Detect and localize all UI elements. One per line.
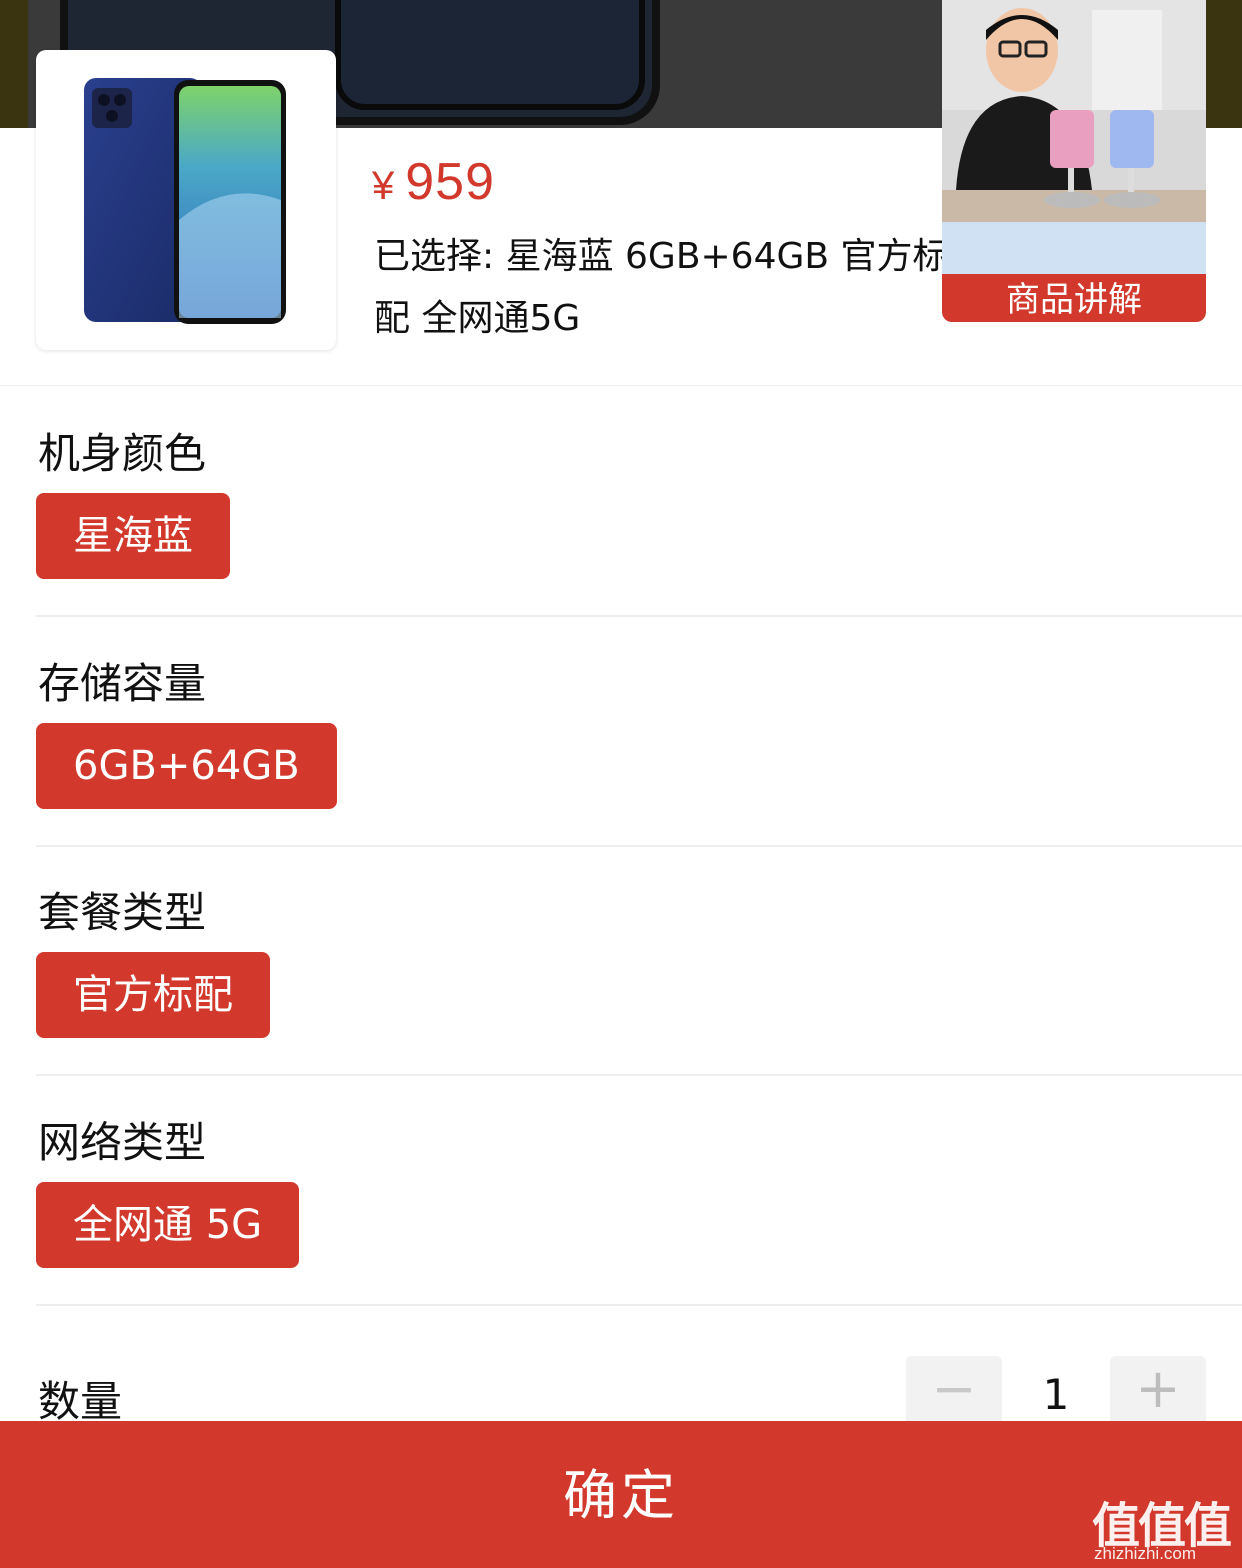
quantity-decrement-button[interactable]: −	[906, 1356, 1002, 1422]
product-thumbnail[interactable]	[36, 50, 336, 350]
color-option-chip[interactable]: 星海蓝	[36, 493, 230, 579]
phone-product-icon	[84, 78, 286, 324]
network-section-title: 网络类型	[38, 1118, 207, 1167]
presenter-image-icon	[942, 0, 1206, 208]
price-value: 959	[405, 153, 496, 211]
live-video-window[interactable]: 商品讲解	[942, 0, 1206, 322]
section-divider	[36, 1304, 1242, 1306]
banner-edge-right	[1206, 0, 1242, 128]
color-section-title: 机身颜色	[38, 429, 207, 478]
quantity-increment-button[interactable]: +	[1110, 1356, 1206, 1422]
banner-phone-screen	[335, 0, 645, 110]
quantity-value[interactable]: 1	[1002, 1370, 1110, 1419]
banner-edge-left	[0, 0, 28, 128]
price-currency: ¥	[372, 164, 396, 208]
storage-section-title: 存储容量	[38, 659, 207, 708]
quantity-title: 数量	[38, 1377, 123, 1426]
storage-option-chip[interactable]: 6GB+64GB	[36, 723, 337, 809]
section-divider	[36, 1074, 1242, 1076]
video-lower-strip	[942, 222, 1206, 282]
live-explanation-label[interactable]: 商品讲解	[942, 274, 1206, 322]
section-divider	[36, 615, 1242, 617]
package-option-chip[interactable]: 官方标配	[36, 952, 270, 1038]
product-price: ¥959	[372, 152, 495, 212]
package-section-title: 套餐类型	[38, 888, 207, 937]
section-divider	[36, 845, 1242, 847]
selected-spec-summary: 已选择: 星海蓝 6GB+64GB 官方标配 全网通5G	[374, 236, 949, 339]
confirm-button[interactable]: 确定	[0, 1421, 1242, 1568]
header-divider	[0, 385, 1242, 386]
network-option-chip[interactable]: 全网通 5G	[36, 1182, 300, 1268]
